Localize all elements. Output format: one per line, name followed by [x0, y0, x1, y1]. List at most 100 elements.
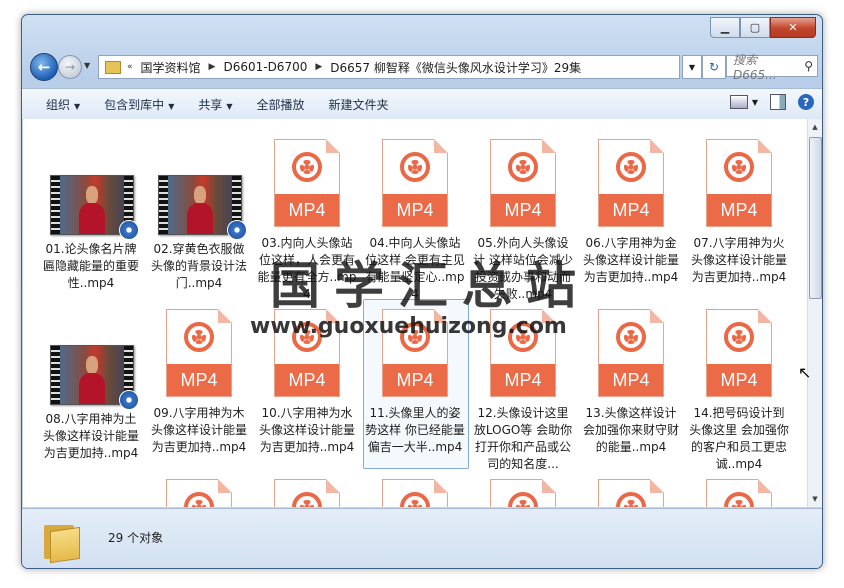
maximize-button[interactable]: ▢ [740, 17, 770, 38]
search-input[interactable]: 搜索 D665... ⚲ [726, 53, 818, 82]
film-reel-icon [508, 492, 538, 507]
mp4-file-icon: MP4 [490, 139, 556, 227]
mp4-file-icon [706, 479, 772, 507]
file-item[interactable]: 02.穿黄色衣服做头像的背景设计法门..mp4 [149, 129, 249, 299]
object-count: 29 个对象 [108, 531, 164, 545]
file-item-partial[interactable] [257, 469, 357, 507]
media-player-badge-icon [119, 390, 139, 410]
include-library-menu[interactable]: 包含到库中 ▼ [104, 96, 174, 113]
media-player-badge-icon [119, 220, 139, 240]
mp4-label: MP4 [167, 364, 231, 396]
share-menu[interactable]: 共享 ▼ [198, 96, 232, 113]
file-item-partial[interactable] [41, 469, 141, 507]
film-reel-icon [292, 492, 322, 507]
file-name: 14.把号码设计到头像这里 会加强你的客户和员工更忠诚..mp4 [689, 406, 789, 471]
change-view-icon[interactable] [729, 95, 748, 109]
file-name: 12.头像设计这里放LOGO等 会助你打开你和产品或公司的知名度... [473, 406, 573, 471]
film-reel-icon [400, 492, 430, 507]
close-button[interactable]: ✕ [770, 17, 816, 38]
file-item[interactable]: MP4 13.头像这样设计会加强你来财守财的能量..mp4 [581, 299, 681, 469]
file-item-partial[interactable] [581, 469, 681, 507]
scrollbar-thumb[interactable] [809, 137, 822, 299]
film-reel-icon [508, 152, 538, 182]
address-bar[interactable]: « 国学资料馆 ▶ D6601-D6700 ▶ D6657 柳智释《微信头像风水… [98, 55, 680, 79]
file-name: 01.论头像名片牌匾隐藏能量的重要性..mp4 [42, 242, 139, 290]
file-name: 02.穿黄色衣服做头像的背景设计法门..mp4 [150, 242, 247, 290]
file-item[interactable]: 08.八字用神为土头像这样设计能量为吉更加持..mp4 [41, 299, 141, 469]
file-item-partial[interactable] [689, 469, 789, 507]
file-name: 07.八字用神为火头像这样设计能量为吉更加持..mp4 [690, 236, 787, 284]
new-folder-button[interactable]: 新建文件夹 [329, 96, 389, 113]
file-name: 06.八字用神为金头像这样设计能量为吉更加持..mp4 [582, 236, 679, 284]
breadcrumb-item[interactable]: D6657 柳智释《微信头像风水设计学习》29集 [330, 59, 581, 76]
scroll-down-icon[interactable]: ▼ [809, 492, 821, 506]
breadcrumb-item[interactable]: D6601-D6700 [223, 60, 307, 74]
breadcrumb-item[interactable]: 国学资料馆 [141, 59, 201, 76]
film-reel-icon [724, 152, 754, 182]
organize-menu[interactable]: 组织 ▼ [46, 96, 80, 113]
include-library-label: 包含到库中 [104, 97, 165, 112]
chevron-down-icon: ▼ [168, 101, 175, 111]
refresh-icon[interactable]: ↻ [702, 55, 726, 79]
mp4-file-icon: MP4 [382, 139, 448, 227]
help-icon[interactable]: ? [798, 94, 814, 110]
play-all-button[interactable]: 全部播放 [257, 96, 305, 113]
file-name: 11.头像里人的姿势这样 你已经能量偏吉一大半..mp4 [365, 406, 465, 454]
video-thumbnail [50, 175, 139, 240]
file-item[interactable]: MP4 14.把号码设计到头像这里 会加强你的客户和员工更忠诚..mp4 [689, 299, 789, 471]
mp4-file-icon [490, 479, 556, 507]
address-dropdown-icon[interactable]: ▼ [682, 55, 702, 79]
history-dropdown-icon[interactable]: ▼ [84, 61, 90, 70]
back-arrow-icon[interactable]: ← [30, 53, 58, 81]
caption-buttons: ▁ ▢ ✕ [710, 17, 816, 38]
search-icon[interactable]: ⚲ [804, 59, 813, 73]
chevron-down-icon: ▼ [226, 101, 233, 111]
film-reel-icon [616, 152, 646, 182]
mp4-file-icon: MP4 [706, 139, 772, 227]
film-reel-icon [724, 492, 754, 507]
media-player-badge-icon [227, 220, 247, 240]
search-placeholder: 搜索 D665... [733, 52, 777, 82]
preview-pane-icon[interactable] [770, 94, 786, 110]
mp4-file-icon [274, 479, 340, 507]
minimize-button[interactable]: ▁ [710, 17, 740, 38]
film-reel-icon [616, 492, 646, 507]
mp4-label: MP4 [707, 194, 771, 226]
mp4-file-icon: MP4 [598, 309, 664, 397]
file-item[interactable]: MP4 09.八字用神为木头像这样设计能量为吉更加持..mp4 [149, 299, 249, 469]
mp4-label: MP4 [383, 194, 447, 226]
file-item-partial[interactable] [473, 469, 573, 507]
mp4-label: MP4 [599, 364, 663, 396]
chevron-down-icon: ▼ [74, 101, 81, 111]
watermark-title: 国学汇总站 [270, 256, 590, 315]
file-item[interactable]: MP4 06.八字用神为金头像这样设计能量为吉更加持..mp4 [581, 129, 681, 299]
film-reel-icon [724, 322, 754, 352]
file-item-partial[interactable] [149, 469, 249, 507]
file-item[interactable]: MP4 07.八字用神为火头像这样设计能量为吉更加持..mp4 [689, 129, 789, 299]
video-thumbnail [50, 345, 139, 410]
folder-icon [105, 60, 121, 74]
vertical-scrollbar[interactable]: ▲ ▼ [807, 119, 822, 507]
breadcrumb-separator-icon[interactable]: ▶ [315, 62, 322, 72]
film-reel-icon [400, 152, 430, 182]
breadcrumb-separator-icon[interactable]: ▶ [209, 62, 216, 72]
film-reel-icon [292, 152, 322, 182]
film-reel-icon [184, 322, 214, 352]
file-name: 09.八字用神为木头像这样设计能量为吉更加持..mp4 [150, 406, 247, 454]
file-item-partial[interactable] [365, 469, 465, 507]
organize-label: 组织 [46, 97, 71, 112]
mp4-label: MP4 [599, 194, 663, 226]
mp4-label: MP4 [491, 364, 555, 396]
file-name: 10.八字用神为水头像这样设计能量为吉更加持..mp4 [258, 406, 355, 454]
command-bar: 组织 ▼ 包含到库中 ▼ 共享 ▼ 全部播放 新建文件夹 ▼ ? [22, 88, 822, 120]
forward-arrow-icon[interactable]: → [58, 55, 82, 79]
view-dropdown-icon[interactable]: ▼ [752, 98, 758, 107]
watermark-url: www.guoxuehuizong.com [250, 314, 567, 339]
overflow-chevron-icon[interactable]: « [127, 62, 133, 72]
scroll-up-icon[interactable]: ▲ [809, 120, 821, 134]
share-label: 共享 [198, 97, 223, 112]
mp4-label: MP4 [707, 364, 771, 396]
mp4-file-icon [166, 479, 232, 507]
file-item[interactable]: 01.论头像名片牌匾隐藏能量的重要性..mp4 [41, 129, 141, 299]
mp4-label: MP4 [491, 194, 555, 226]
